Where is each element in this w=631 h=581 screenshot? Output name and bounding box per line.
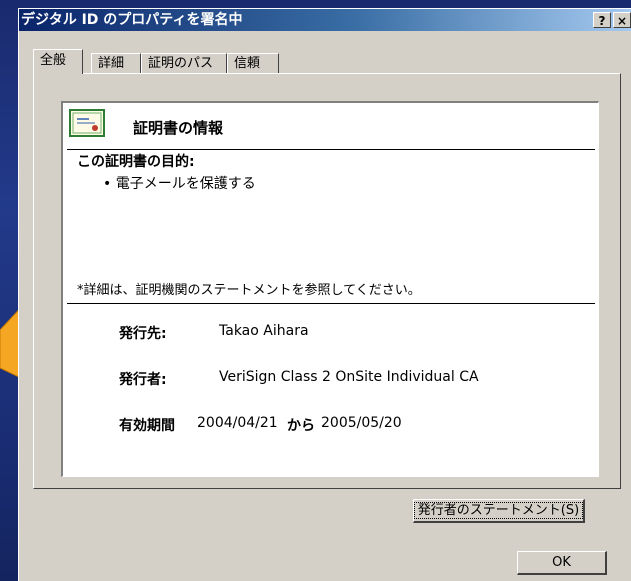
valid-to-value: 2005/05/20: [321, 415, 402, 431]
tab-certification-path[interactable]: 証明のパス: [141, 53, 227, 73]
window-title: デジタル ID のプロパティを署名中: [21, 12, 243, 28]
title-bar[interactable]: デジタル ID のプロパティを署名中 ? ×: [19, 9, 631, 31]
close-icon: ×: [616, 14, 628, 28]
ok-button[interactable]: OK: [517, 551, 607, 575]
purpose-item: • 電子メールを保護する: [103, 176, 256, 192]
tab-details[interactable]: 詳細: [91, 53, 141, 73]
certificate-icon: [69, 109, 105, 137]
issued-to-value: Takao Aihara: [219, 323, 309, 339]
close-button[interactable]: ×: [613, 12, 631, 28]
statement-note: *詳細は、証明機関のステートメントを参照してください。: [77, 283, 421, 298]
certificate-info-box: 証明書の情報 この証明書の目的: • 電子メールを保護する *詳細は、証明機関の…: [61, 101, 599, 477]
issuer-statement-button[interactable]: 発行者のステートメント(S): [413, 499, 585, 523]
divider: [67, 303, 595, 304]
issuer-statement-label: 発行者のステートメント(S): [413, 502, 584, 519]
certificate-properties-dialog: デジタル ID のプロパティを署名中 ? × 全般 詳細 証明のパス 信頼 証明…: [18, 8, 631, 581]
divider: [67, 149, 595, 150]
tab-general[interactable]: 全般: [33, 49, 83, 74]
certificate-info-title: 証明書の情報: [133, 119, 224, 137]
tab-trust[interactable]: 信頼: [227, 53, 279, 73]
help-icon: ?: [598, 14, 606, 28]
validity-label: 有効期間: [119, 418, 175, 434]
purpose-heading: この証明書の目的:: [77, 154, 195, 170]
help-button[interactable]: ?: [593, 12, 611, 28]
issued-to-label: 発行先:: [119, 326, 167, 342]
valid-from-value: 2004/04/21: [197, 415, 278, 431]
issued-by-value: VeriSign Class 2 OnSite Individual CA: [219, 369, 479, 385]
valid-to-label: から: [287, 418, 315, 434]
issued-by-label: 発行者:: [119, 372, 167, 388]
